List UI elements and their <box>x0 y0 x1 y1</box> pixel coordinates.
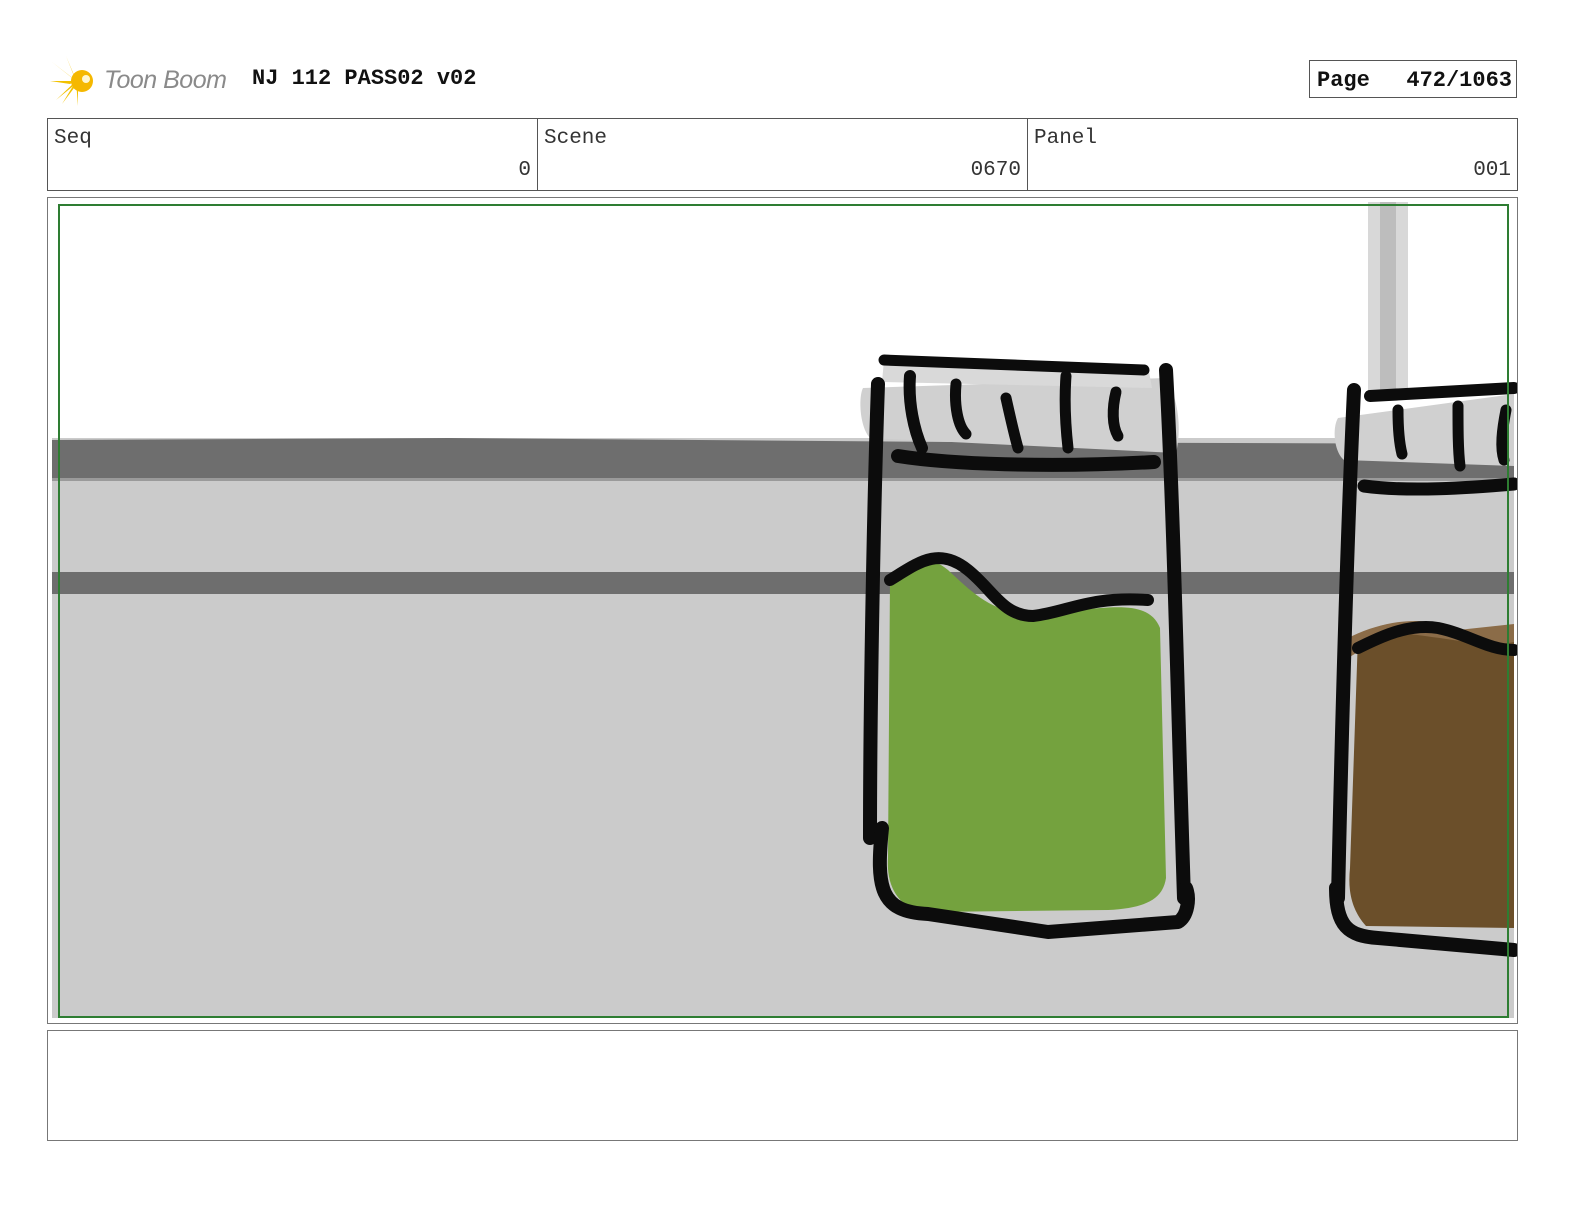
panel-drawing <box>48 198 1517 1018</box>
page-number: 472/1063 <box>1406 68 1512 93</box>
page-indicator: Page 472/1063 <box>1309 60 1517 98</box>
seq-label: Seq <box>54 127 92 150</box>
sunburst-icon <box>50 56 93 106</box>
seq-value: 0 <box>518 159 531 182</box>
toon-boom-logo: Toon Boom <box>48 54 238 108</box>
shelf-edge-middle <box>52 572 1514 594</box>
panel-info-row: Seq 0 Scene 0670 Panel 001 <box>47 118 1518 191</box>
header: Toon Boom NJ 112 PASS02 v02 Page 472/106… <box>48 50 1538 110</box>
page-label: Page <box>1317 68 1370 93</box>
document-title: NJ 112 PASS02 v02 <box>252 66 477 91</box>
shelf-edge-top <box>52 438 1514 478</box>
seq-field: Seq 0 <box>48 119 538 190</box>
panel-label: Panel <box>1034 127 1098 150</box>
scene-label: Scene <box>544 127 608 150</box>
brand-name: Toon Boom <box>104 66 227 94</box>
brown-liquid <box>1349 622 1514 928</box>
notes-box <box>47 1030 1518 1141</box>
scene-field: Scene 0670 <box>538 119 1028 190</box>
storyboard-panel <box>47 197 1518 1024</box>
shelf-surface <box>52 438 1514 1018</box>
scene-value: 0670 <box>970 159 1021 182</box>
panel-field: Panel 001 <box>1028 119 1517 190</box>
panel-value: 001 <box>1473 159 1511 182</box>
